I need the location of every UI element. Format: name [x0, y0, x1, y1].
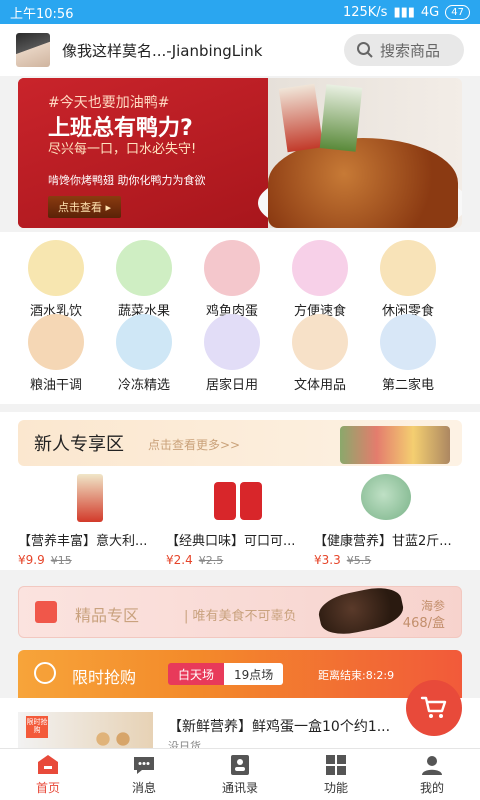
- tab-19-session[interactable]: 19点场: [224, 663, 284, 685]
- newbie-products-image: [340, 426, 450, 464]
- banner-tag: #今天也要加油鸭#: [48, 95, 170, 111]
- premium-zone-banner[interactable]: 精品专区 | 唯有美食不可辜负 海参 468/盒: [18, 582, 462, 640]
- banner-description: 啃馋你烤鸭翅 助你化鸭力为食欲: [48, 174, 206, 187]
- status-bar: 上午10:56 125K/s ▮▮▮ 4G 47: [0, 0, 480, 24]
- product-price: ¥3.3 ¥5.5: [314, 553, 372, 567]
- flash-title: 限时抢购: [72, 668, 137, 687]
- category-produce[interactable]: 蔬菜水果: [100, 240, 188, 319]
- product-card[interactable]: 【营养丰富】意大利... ¥9.9 ¥15: [18, 474, 162, 567]
- grid-icon: [326, 755, 346, 775]
- grain-oil-icon: [28, 314, 84, 370]
- app-header: 像我这样莫名...-JianbingLink 搜索商品: [0, 24, 480, 76]
- tab-bar: 首页 消息 通讯录 功能 我的: [0, 748, 480, 800]
- cart-button[interactable]: [406, 680, 462, 736]
- category-appliances[interactable]: 第二家电: [364, 314, 452, 393]
- premium-tag: 海参 468/盒: [402, 599, 445, 631]
- newbie-zone: 新人专享区 点击查看更多>> 【营养丰富】意大利... ¥9.9 ¥15 【经典口…: [0, 412, 480, 570]
- clock-icon: [34, 662, 56, 684]
- category-grid: 酒水乳饮 蔬菜水果 鸡鱼肉蛋 方便速食 休闲零食 粮油干调 冷冻精选 居家日用 …: [0, 232, 480, 404]
- tab-home[interactable]: 首页: [0, 749, 96, 800]
- category-snacks[interactable]: 休闲零食: [364, 240, 452, 319]
- banner-subtitle: 尽兴每一口，口水必失守!: [48, 142, 197, 157]
- product-price: ¥9.9 ¥15: [18, 553, 72, 567]
- product-card[interactable]: 【健康营养】甘蓝2斤... ¥3.3 ¥5.5: [314, 474, 458, 567]
- premium-subtitle: | 唯有美食不可辜负: [184, 609, 297, 624]
- username[interactable]: 像我这样莫名...-JianbingLink: [62, 40, 317, 61]
- tab-daytime-session[interactable]: 白天场: [168, 663, 225, 685]
- profile-icon: [422, 756, 442, 775]
- product-image: [166, 474, 310, 524]
- tab-messages[interactable]: 消息: [96, 749, 192, 800]
- network-speed: 125K/s: [342, 4, 388, 20]
- session-toggle[interactable]: 白天场 19点场: [168, 663, 284, 685]
- product-image: [314, 474, 458, 524]
- gift-icon: [35, 601, 57, 623]
- product-name: 【经典口味】可口可...: [166, 534, 296, 549]
- product-price: ¥2.4 ¥2.5: [166, 553, 224, 567]
- product-name: 【营养丰富】意大利...: [18, 534, 148, 549]
- category-grain-oil[interactable]: 粮油干调: [12, 314, 100, 393]
- roast-duck-image: [268, 138, 458, 228]
- category-frozen[interactable]: 冷冻精选: [100, 314, 188, 393]
- message-icon: [134, 757, 154, 774]
- tab-functions[interactable]: 功能: [288, 749, 384, 800]
- product-name: 【健康营养】甘蓝2斤...: [314, 534, 452, 549]
- product-old-price: ¥5.5: [346, 554, 372, 567]
- status-indicators: 125K/s ▮▮▮ 4G 47: [342, 4, 470, 20]
- product-image: [18, 474, 162, 524]
- avatar[interactable]: [16, 33, 50, 67]
- product-old-price: ¥2.5: [198, 554, 224, 567]
- instant-food-icon: [292, 240, 348, 296]
- meat-icon: [204, 240, 260, 296]
- premium-title: 精品专区: [75, 606, 140, 625]
- cart-icon: [420, 696, 447, 718]
- drinks-icon: [28, 240, 84, 296]
- contacts-icon: [231, 755, 249, 775]
- banner-view-button[interactable]: 点击查看 ▸: [48, 196, 122, 218]
- network-type: 4G: [420, 4, 440, 20]
- product-card[interactable]: 【经典口味】可口可... ¥2.4 ¥2.5: [166, 474, 310, 567]
- category-meat[interactable]: 鸡鱼肉蛋: [188, 240, 276, 319]
- stationery-icon: [292, 314, 348, 370]
- appliance-icon: [380, 314, 436, 370]
- category-instant[interactable]: 方便速食: [276, 240, 364, 319]
- sea-cucumber-image: [315, 582, 407, 640]
- countdown: 距离结束:8:2:9: [318, 669, 395, 682]
- signal-icon: ▮▮▮: [393, 4, 415, 20]
- home-icon: [38, 755, 58, 774]
- snacks-icon: [380, 240, 436, 296]
- newbie-title: 新人专享区: [34, 434, 124, 455]
- category-drinks[interactable]: 酒水乳饮: [12, 240, 100, 319]
- newbie-more-link[interactable]: 点击查看更多>>: [148, 436, 240, 453]
- promo-banner[interactable]: #今天也要加油鸭# 上班总有鸭力? 尽兴每一口，口水必失守! 啃馋你烤鸭翅 助你…: [18, 78, 462, 228]
- search-input[interactable]: 搜索商品: [344, 34, 464, 66]
- newbie-header[interactable]: 新人专享区 点击查看更多>>: [18, 420, 462, 466]
- tab-profile[interactable]: 我的: [384, 749, 480, 800]
- search-icon: [357, 42, 373, 58]
- status-time: 上午10:56: [10, 6, 74, 22]
- category-household[interactable]: 居家日用: [188, 314, 276, 393]
- product-old-price: ¥15: [50, 554, 72, 567]
- vegetables-icon: [116, 240, 172, 296]
- battery-indicator: 47: [445, 4, 470, 20]
- frozen-food-icon: [116, 314, 172, 370]
- flash-item-title: 【新鲜营养】鲜鸡蛋一盒10个约1...: [168, 719, 391, 735]
- category-stationery[interactable]: 文体用品: [276, 314, 364, 393]
- flash-sale-header: 限时抢购 白天场 19点场 距离结束:8:2:9: [18, 650, 462, 698]
- flash-badge: 限时抢购: [26, 716, 48, 738]
- household-icon: [204, 314, 260, 370]
- tab-contacts[interactable]: 通讯录: [192, 749, 288, 800]
- search-placeholder: 搜索商品: [380, 41, 441, 60]
- snack-pack-image: [278, 83, 324, 153]
- snack-pack-image-2: [319, 84, 363, 152]
